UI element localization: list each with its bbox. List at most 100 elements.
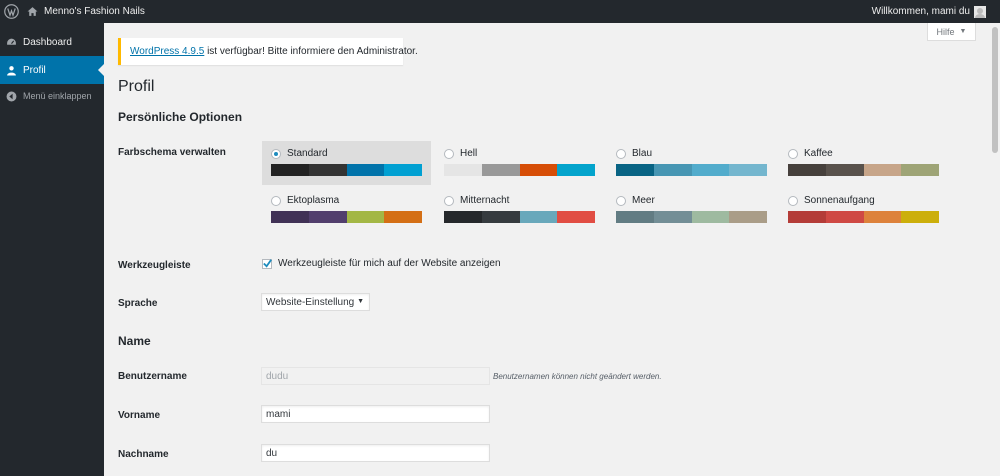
wordpress-logo-icon[interactable]: [0, 0, 23, 23]
color-swatch: [346, 164, 385, 176]
scrollbar-thumb[interactable]: [992, 27, 998, 153]
scheme-radio[interactable]: [788, 148, 798, 159]
avatar: [974, 5, 986, 18]
scheme-name: Hell: [460, 148, 478, 159]
scheme-option-standard[interactable]: Standard: [262, 141, 431, 185]
scheme-radio[interactable]: [444, 148, 454, 159]
language-label: Sprache: [118, 298, 158, 309]
toolbar-checkbox[interactable]: [262, 259, 272, 269]
scheme-palette: [271, 211, 422, 223]
scheme-palette: [444, 164, 595, 176]
sidebar-item-profil[interactable]: Profil: [0, 56, 104, 84]
color-swatch: [616, 164, 654, 176]
color-swatch: [346, 211, 385, 223]
scheme-name: Meer: [632, 195, 655, 206]
section-title-name: Name: [118, 334, 151, 348]
scheme-name: Kaffee: [804, 148, 833, 159]
lastname-input[interactable]: du: [261, 444, 490, 462]
color-swatch: [653, 164, 692, 176]
scheme-radio[interactable]: [271, 148, 281, 159]
color-swatch: [691, 164, 730, 176]
admin-bar: Menno's Fashion Nails Willkommen, mami d…: [0, 0, 1000, 23]
scheme-palette: [788, 164, 939, 176]
scheme-radio[interactable]: [271, 195, 281, 206]
scheme-radio[interactable]: [616, 148, 626, 159]
color-swatch: [788, 164, 826, 176]
color-swatch: [825, 164, 864, 176]
scheme-radio[interactable]: [444, 195, 454, 206]
help-tab-button[interactable]: Hilfe ▼: [927, 23, 976, 41]
home-icon: [27, 7, 38, 16]
lastname-value: du: [266, 447, 278, 459]
site-name: Menno's Fashion Nails: [44, 6, 145, 17]
page-scrollbar[interactable]: [990, 23, 1000, 476]
toolbar-label: Werkzeugleiste: [118, 260, 191, 271]
color-swatch: [729, 211, 767, 223]
scheme-palette: [616, 164, 767, 176]
scheme-palette: [788, 211, 939, 223]
lastname-label: Nachname: [118, 449, 169, 460]
scheme-option-sonnenaufgang[interactable]: Sonnenaufgang: [779, 188, 948, 232]
color-swatch: [788, 211, 826, 223]
color-scheme-label: Farbschema verwalten: [118, 147, 226, 158]
sidebar-item-label: Profil: [23, 64, 46, 76]
color-swatch: [481, 211, 520, 223]
color-swatch: [557, 164, 595, 176]
dashboard-icon: [7, 38, 16, 45]
language-select[interactable]: Website-Einstellung ▼: [261, 293, 370, 311]
color-swatch: [384, 164, 422, 176]
color-swatch: [863, 211, 902, 223]
sidebar-item-label: Menü einklappen: [23, 91, 92, 101]
firstname-value: mami: [266, 408, 291, 420]
firstname-label: Vorname: [118, 410, 161, 421]
sidebar-item-dashboard[interactable]: Dashboard: [0, 28, 104, 56]
my-account[interactable]: Willkommen, mami du: [871, 5, 1000, 18]
scheme-name: Mitternacht: [460, 195, 510, 206]
user-icon: [7, 65, 16, 75]
firstname-input[interactable]: mami: [261, 405, 490, 423]
caret-down-icon: ▼: [959, 28, 967, 35]
username-value: dudu: [266, 370, 289, 382]
color-swatch: [519, 164, 558, 176]
color-swatch: [729, 164, 767, 176]
color-swatch: [384, 211, 422, 223]
collapse-menu-button[interactable]: Menü einklappen: [0, 86, 104, 106]
scheme-radio[interactable]: [616, 195, 626, 206]
scheme-radio[interactable]: [788, 195, 798, 206]
scheme-option-kaffee[interactable]: Kaffee: [779, 141, 948, 185]
color-swatch: [308, 211, 347, 223]
help-tab-label: Hilfe: [936, 26, 955, 37]
checkmark-icon: [263, 259, 272, 268]
scheme-option-ektoplasma[interactable]: Ektoplasma: [262, 188, 431, 232]
username-input: dudu: [261, 367, 490, 385]
color-swatch: [901, 164, 939, 176]
page-title: Profil: [118, 78, 155, 95]
greeting: Willkommen, mami du: [871, 6, 970, 17]
scheme-name: Ektoplasma: [287, 195, 340, 206]
color-swatch: [653, 211, 692, 223]
scheme-name: Blau: [632, 148, 653, 159]
update-notice: WordPress 4.9.5 ist verfügbar! Bitte inf…: [118, 38, 418, 65]
language-select-value: Website-Einstellung: [266, 296, 355, 308]
color-swatch: [444, 164, 482, 176]
scheme-option-meer[interactable]: Meer: [607, 188, 776, 232]
scheme-option-mitternacht[interactable]: Mitternacht: [435, 188, 604, 232]
username-label: Benutzername: [118, 371, 187, 382]
username-description: Benutzernamen können nicht geändert werd…: [493, 372, 662, 381]
scheme-name: Sonnenaufgang: [804, 195, 875, 206]
scheme-name: Standard: [287, 148, 328, 159]
scheme-option-hell[interactable]: Hell: [435, 141, 604, 185]
update-notice-text: ist verfügbar! Bitte informiere den Admi…: [204, 46, 418, 57]
scheme-palette: [271, 164, 422, 176]
scheme-palette: [444, 211, 595, 223]
color-swatch: [825, 211, 864, 223]
color-swatch: [271, 211, 309, 223]
scheme-option-blau[interactable]: Blau: [607, 141, 776, 185]
toolbar-checkbox-label[interactable]: Werkzeugleiste für mich auf der Website …: [278, 258, 501, 269]
color-swatch: [901, 211, 939, 223]
update-link[interactable]: WordPress 4.9.5: [130, 46, 204, 57]
section-title-personal-options: Persönliche Optionen: [118, 110, 243, 124]
admin-sidebar: Dashboard Profil Menü einklappen: [0, 23, 104, 476]
site-name-link[interactable]: Menno's Fashion Nails: [27, 6, 145, 17]
select-arrow-icon: ▼: [357, 298, 364, 305]
